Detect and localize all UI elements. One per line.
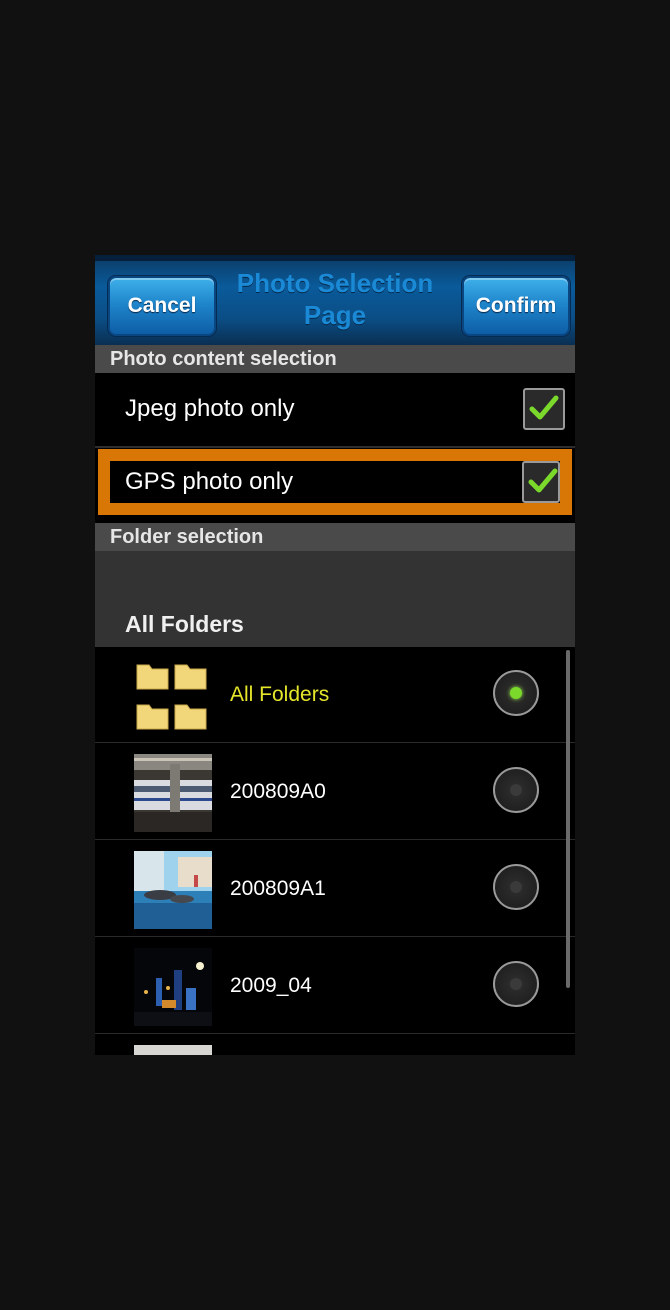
list-scrollbar[interactable] <box>566 650 570 988</box>
photo-content-section-header: Photo content selection <box>95 345 575 373</box>
confirm-button[interactable]: Confirm <box>462 276 570 336</box>
photo-selection-dialog: Cancel Photo Selection Page Confirm Phot… <box>95 255 575 1055</box>
gps-only-label: GPS photo only <box>125 468 294 495</box>
folder-section-header: Folder selection <box>95 523 575 551</box>
all-folders-heading: All Folders <box>125 611 244 637</box>
photo-thumbnail <box>134 1045 212 1055</box>
folder-item-all[interactable]: All Folders <box>95 647 575 743</box>
folder-list: All Folders 200809A0 200809A1 2009_04 <box>95 647 575 1055</box>
jpeg-only-label: Jpeg photo only <box>125 395 295 422</box>
jpeg-only-checkbox[interactable] <box>523 388 565 430</box>
folder-radio[interactable] <box>493 961 539 1007</box>
divider <box>95 446 575 448</box>
jpeg-only-option[interactable]: Jpeg photo only <box>95 373 575 445</box>
gps-only-option[interactable]: GPS photo only <box>98 449 572 515</box>
train-photo-thumbnail <box>134 754 212 832</box>
folder-label: 2009_04 <box>230 974 312 997</box>
checkmark-icon <box>529 395 559 420</box>
folder-label: 200809A0 <box>230 780 326 803</box>
header-bar: Cancel Photo Selection Page Confirm <box>95 255 575 345</box>
folder-item-200809A0[interactable]: 200809A0 <box>95 744 575 840</box>
cancel-button[interactable]: Cancel <box>108 276 216 336</box>
folder-subheader: All Folders <box>95 551 575 647</box>
folder-radio[interactable] <box>493 864 539 910</box>
folders-icon <box>134 657 212 735</box>
gps-only-checkbox[interactable] <box>522 461 560 503</box>
checkmark-icon <box>528 468 558 493</box>
folder-item-2009_04[interactable]: 2009_04 <box>95 938 575 1034</box>
folder-radio-selected[interactable] <box>493 670 539 716</box>
folder-radio[interactable] <box>493 767 539 813</box>
folder-item-200809A1[interactable]: 200809A1 <box>95 841 575 937</box>
folder-label: 200809A1 <box>230 877 326 900</box>
folder-item-partial[interactable] <box>95 1035 575 1055</box>
folder-label: All Folders <box>230 683 330 706</box>
page-title: Photo Selection Page <box>236 268 434 330</box>
night-city-photo-thumbnail <box>134 948 212 1026</box>
dolphin-show-photo-thumbnail <box>134 851 212 929</box>
